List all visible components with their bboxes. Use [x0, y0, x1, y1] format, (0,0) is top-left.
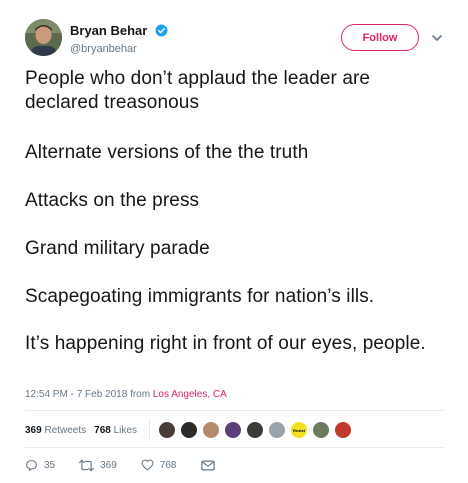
tweet-header: Bryan Behar @bryanbehar Follow: [25, 19, 455, 59]
likes-stat-label: Likes: [110, 424, 137, 436]
liker-avatar[interactable]: [157, 421, 176, 439]
tweet-timestamp[interactable]: 12:54 PM - 7 Feb 2018 from: [25, 389, 153, 400]
likes-stat[interactable]: 768 Likes: [94, 425, 137, 436]
user-info: Bryan Behar @bryanbehar: [70, 22, 168, 55]
liker-avatar[interactable]: [333, 421, 352, 439]
retweets-stat[interactable]: 369 Retweets: [25, 425, 86, 436]
liker-avatar-resist[interactable]: Resist: [289, 421, 308, 439]
tweet-paragraph: It’s happening right in front of our eye…: [25, 333, 426, 354]
retweets-stat-label: Retweets: [41, 424, 87, 436]
tweet-paragraph: Attacks on the press: [25, 190, 200, 211]
tweet-paragraph: Grand military parade: [25, 238, 210, 259]
liker-avatar[interactable]: [223, 421, 242, 439]
tweet-location[interactable]: Los Angeles, CA: [153, 389, 227, 400]
liker-avatar[interactable]: [311, 421, 330, 439]
direct-message-button[interactable]: [200, 460, 221, 471]
reply-icon: [26, 459, 37, 471]
chevron-down-icon[interactable]: [430, 31, 444, 45]
likes-stat-count: 768: [94, 424, 111, 436]
retweets-stat-count: 369: [25, 424, 42, 436]
tweet-paragraph: Alternate versions of the the truth: [25, 142, 309, 163]
like-button[interactable]: 768: [141, 459, 177, 471]
reply-count: 35: [44, 459, 56, 471]
liker-avatars: Resist: [157, 421, 356, 439]
envelope-icon: [200, 460, 215, 470]
liker-avatar[interactable]: [179, 421, 198, 439]
tweet-paragraph: People who don’t applaud the leader are …: [25, 68, 371, 113]
display-name[interactable]: Bryan Behar: [70, 23, 147, 38]
retweet-icon: [79, 459, 95, 471]
like-count: 768: [159, 459, 177, 471]
liker-avatar[interactable]: [267, 421, 286, 439]
avatar[interactable]: [25, 19, 62, 56]
divider: [25, 410, 445, 411]
tweet-stats: 369 Retweets 768 Likes Resist: [25, 419, 356, 441]
liker-avatar[interactable]: [245, 421, 264, 439]
retweet-count: 369: [100, 459, 117, 471]
tweet-actions: 35 369 768: [25, 457, 245, 473]
retweet-button[interactable]: 369: [79, 459, 117, 472]
verified-badge-icon: [155, 24, 168, 37]
follow-button[interactable]: Follow: [341, 24, 419, 51]
tweet-card: Bryan Behar @bryanbehar Follow People wh…: [0, 0, 468, 483]
liker-avatar[interactable]: [201, 421, 220, 439]
tweet-metadata: 12:54 PM - 7 Feb 2018 from Los Angeles, …: [25, 389, 227, 400]
stats-separator: [148, 419, 150, 441]
divider: [25, 447, 445, 448]
heart-icon: [141, 459, 154, 471]
reply-button[interactable]: 35: [25, 459, 55, 472]
tweet-paragraph: Scapegoating immigrants for nation’s ill…: [25, 286, 375, 307]
user-handle[interactable]: @bryanbehar: [70, 43, 168, 55]
